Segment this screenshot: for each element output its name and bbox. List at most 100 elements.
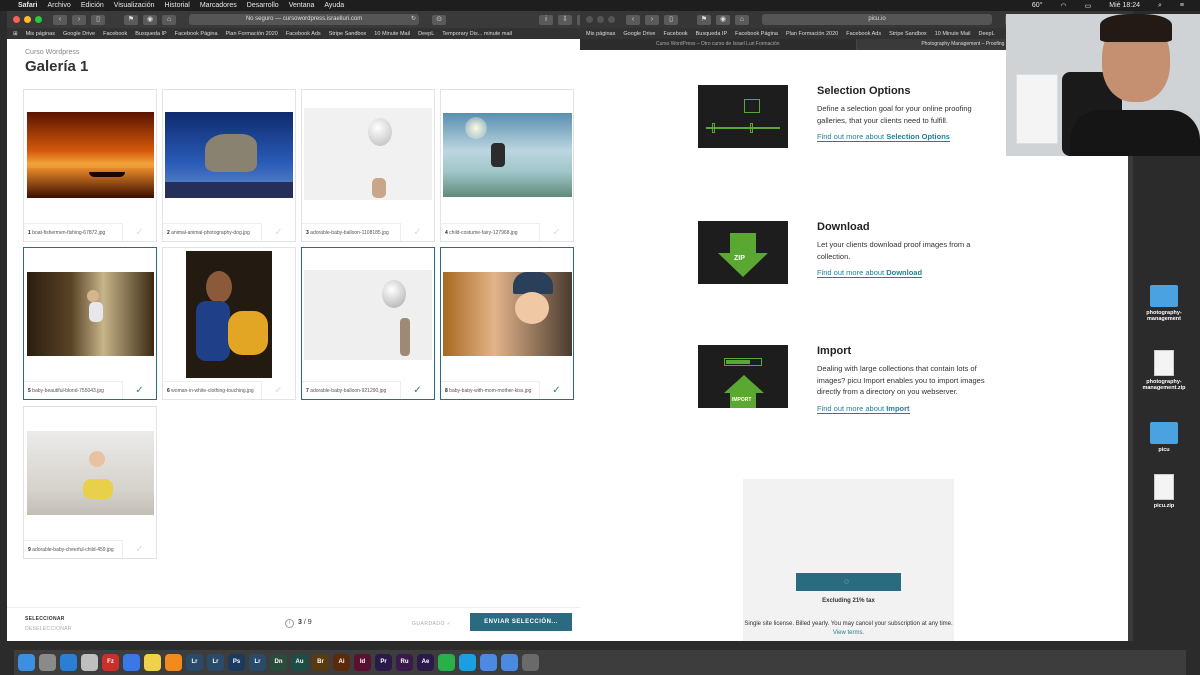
extension-icon-2[interactable]: ⊙: [432, 14, 446, 25]
menu-archivo[interactable]: Archivo: [47, 2, 70, 9]
lightroom-icon[interactable]: Lr: [186, 654, 203, 671]
bookmark-item[interactable]: Mis páginas: [26, 31, 55, 37]
battery-icon[interactable]: ▭: [1085, 2, 1092, 10]
bookmark-item[interactable]: Facebook Ads: [846, 31, 881, 37]
tab-curso-wordpress[interactable]: Curso WordPress – Otro curso de Israel L…: [580, 39, 857, 50]
safari-icon[interactable]: [60, 654, 77, 671]
lightroom-classic-icon[interactable]: Lr: [207, 654, 224, 671]
bookmark-item[interactable]: Facebook: [663, 31, 687, 37]
clock[interactable]: Mié 18:24: [1109, 2, 1140, 9]
indesign-icon[interactable]: Id: [354, 654, 371, 671]
view-terms-link[interactable]: View terms.: [833, 630, 864, 636]
chrome-icon[interactable]: [123, 654, 140, 671]
gallery-card-selected[interactable]: 8 baby-baby-with-mom-mother-kiss.jpg ✓: [440, 247, 574, 400]
selection-toggle[interactable]: SELECCIONAR DESELECCIONAR: [25, 616, 72, 632]
close-icon[interactable]: [586, 16, 593, 23]
folder-dock-icon[interactable]: [480, 654, 497, 671]
address-bar[interactable]: picu.io: [762, 14, 992, 25]
photo-thumbnail[interactable]: [165, 112, 293, 198]
dimension-icon[interactable]: Dn: [270, 654, 287, 671]
desktop-folder-photography-management[interactable]: photography-management: [1134, 285, 1194, 322]
zoom-icon[interactable]: [608, 16, 615, 23]
gallery-card-selected[interactable]: 7 adorable-baby-balloon-921290.jpg ✓: [301, 247, 435, 400]
rush-icon[interactable]: Ru: [396, 654, 413, 671]
gallery-card-selected[interactable]: 5 baby-beautiful-blond-755043.jpg ✓: [23, 247, 157, 400]
finder-icon[interactable]: [18, 654, 35, 671]
weather-temp[interactable]: 60°: [1032, 2, 1043, 9]
sidebar-button[interactable]: ▯: [664, 14, 678, 25]
bookmark-item[interactable]: Plan Formación 2020: [226, 31, 278, 37]
menu-edicion[interactable]: Edición: [81, 2, 104, 9]
bookmark-item[interactable]: Facebook Ads: [286, 31, 321, 37]
select-check-icon[interactable]: ✓: [261, 381, 295, 399]
bookmark-item[interactable]: Busqueda IP: [696, 31, 728, 37]
bookmark-item[interactable]: Facebook: [103, 31, 127, 37]
trash-icon[interactable]: [522, 654, 539, 671]
sidebar-button[interactable]: ▯: [91, 14, 105, 25]
vlc-icon[interactable]: [165, 654, 182, 671]
feature-link[interactable]: Find out more about Download: [817, 268, 923, 278]
gallery-card[interactable]: 4 child-costume-fairy-127968.jpg ✓: [440, 89, 574, 242]
skype-icon[interactable]: [459, 654, 476, 671]
info-icon[interactable]: i: [285, 619, 294, 628]
home-icon[interactable]: ⌂: [162, 14, 176, 25]
selected-check-icon[interactable]: ✓: [539, 381, 573, 399]
filezilla-icon[interactable]: Fz: [102, 654, 119, 671]
desktop-zip-photography-management[interactable]: photography-management.zip: [1134, 350, 1194, 391]
select-check-icon[interactable]: ✓: [122, 540, 156, 558]
gallery-card[interactable]: 6 woman-in-white-clothing-touching.jpg ✓: [162, 247, 296, 400]
bookmark-item[interactable]: Busqueda IP: [135, 31, 167, 37]
bookmark-item[interactable]: 10 Minute Mail: [374, 31, 410, 37]
menu-ayuda[interactable]: Ayuda: [324, 2, 344, 9]
send-selection-button[interactable]: ENVIAR SELECCIÓN...: [470, 613, 572, 631]
select-check-icon[interactable]: ✓: [122, 223, 156, 241]
select-check-icon[interactable]: ✓: [261, 223, 295, 241]
lightroom-icon-2[interactable]: Lr: [249, 654, 266, 671]
reload-icon[interactable]: ↻: [411, 14, 416, 25]
home-icon[interactable]: ⌂: [735, 14, 749, 25]
menu-marcadores[interactable]: Marcadores: [200, 2, 237, 9]
select-check-icon[interactable]: ✓: [539, 223, 573, 241]
photo-thumbnail[interactable]: [304, 108, 432, 200]
bookmark-item[interactable]: Plan Formación 2020: [786, 31, 838, 37]
forward-button[interactable]: ›: [72, 14, 86, 25]
folder-dock-icon[interactable]: [501, 654, 518, 671]
bookmark-item[interactable]: Stripe Sandbox: [889, 31, 927, 37]
bridge-icon[interactable]: Br: [312, 654, 329, 671]
menu-visualizacion[interactable]: Visualización: [114, 2, 155, 9]
menu-ventana[interactable]: Ventana: [289, 2, 315, 9]
bookmark-item[interactable]: Stripe Sandbox: [329, 31, 367, 37]
gallery-card[interactable]: 3 adorable-baby-balloon-1108185.jpg ✓: [301, 89, 435, 242]
search-icon[interactable]: ⌕: [1158, 2, 1162, 10]
download-icon[interactable]: ⇩: [558, 14, 572, 25]
illustrator-icon[interactable]: Ai: [333, 654, 350, 671]
privacy-icon[interactable]: ◉: [143, 14, 157, 25]
close-icon[interactable]: [13, 16, 20, 23]
menu-historial[interactable]: Historial: [165, 2, 190, 9]
menu-desarrollo[interactable]: Desarrollo: [247, 2, 279, 9]
after-effects-icon[interactable]: Ae: [417, 654, 434, 671]
feature-link[interactable]: Find out more about Selection Options: [817, 132, 950, 142]
premiere-icon[interactable]: Pr: [375, 654, 392, 671]
bookmark-item[interactable]: 10 Minute Mail: [935, 31, 971, 37]
minimize-icon[interactable]: [24, 16, 31, 23]
bookmark-item[interactable]: DeepL: [978, 31, 994, 37]
mail-icon[interactable]: [81, 654, 98, 671]
desktop-zip-picu[interactable]: picu.zip: [1134, 474, 1194, 509]
zoom-icon[interactable]: [35, 16, 42, 23]
audition-icon[interactable]: Au: [291, 654, 308, 671]
back-button[interactable]: ‹: [626, 14, 640, 25]
bookmark-item[interactable]: Temporary Dis... minute mail: [442, 31, 512, 37]
gallery-card[interactable]: 9 adorable-baby-cheerful-child-459.jpg ✓: [23, 406, 157, 559]
gallery-card[interactable]: 2 animal-animal-photography-dog.jpg ✓: [162, 89, 296, 242]
desktop-folder-picu[interactable]: picu: [1134, 422, 1194, 453]
bookmark-item[interactable]: Facebook Página: [735, 31, 778, 37]
wifi-icon[interactable]: ◠: [1061, 2, 1067, 10]
forward-button[interactable]: ›: [645, 14, 659, 25]
whatsapp-icon[interactable]: [438, 654, 455, 671]
address-bar[interactable]: No seguro — cursowordpress.israelluri.co…: [189, 14, 419, 25]
photo-thumbnail[interactable]: [186, 251, 272, 378]
bookmark-item[interactable]: Mis páginas: [586, 31, 615, 37]
select-check-icon[interactable]: ✓: [400, 223, 434, 241]
photoshop-icon[interactable]: Ps: [228, 654, 245, 671]
